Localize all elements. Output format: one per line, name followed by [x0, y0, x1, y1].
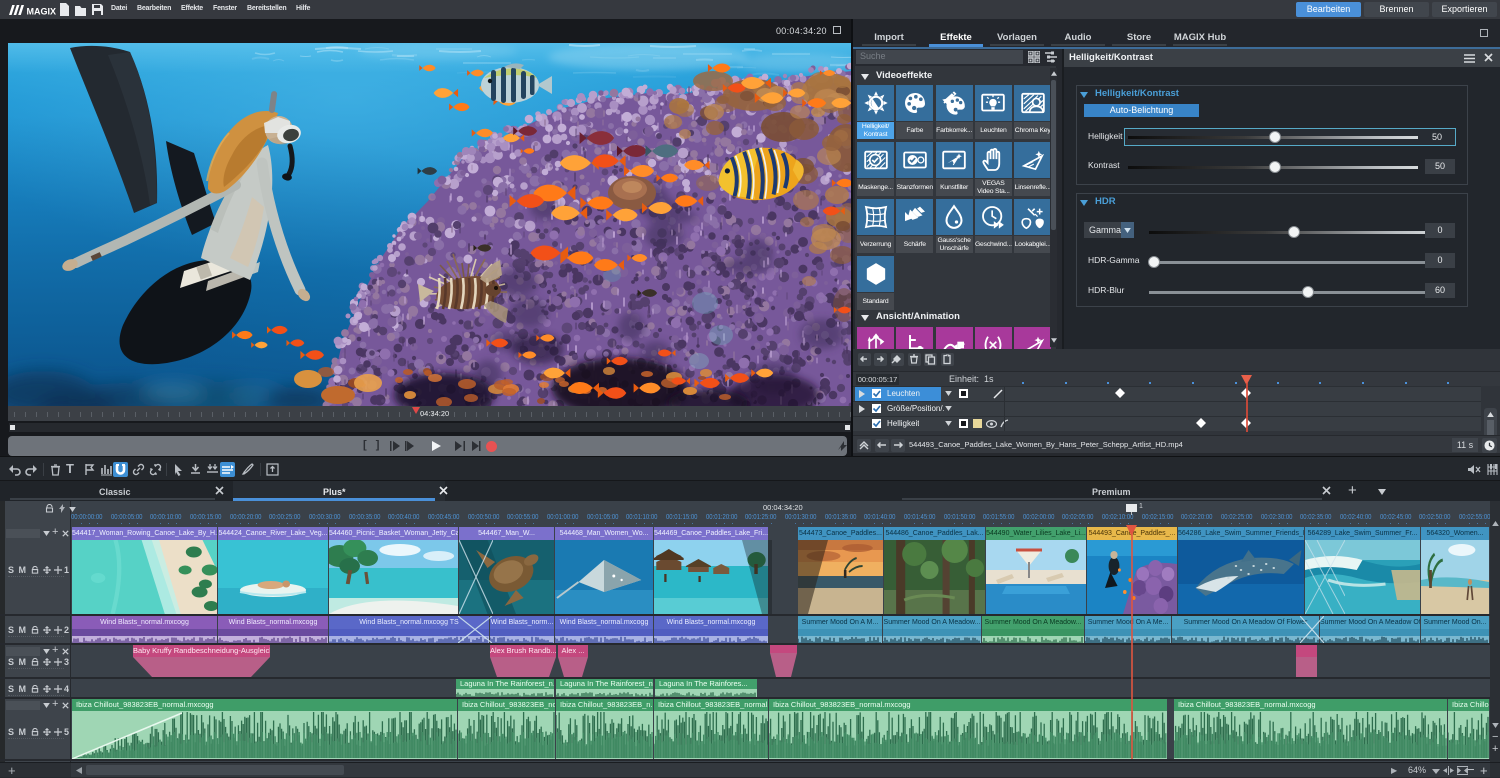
- svg-text:MAGIX: MAGIX: [27, 7, 57, 17]
